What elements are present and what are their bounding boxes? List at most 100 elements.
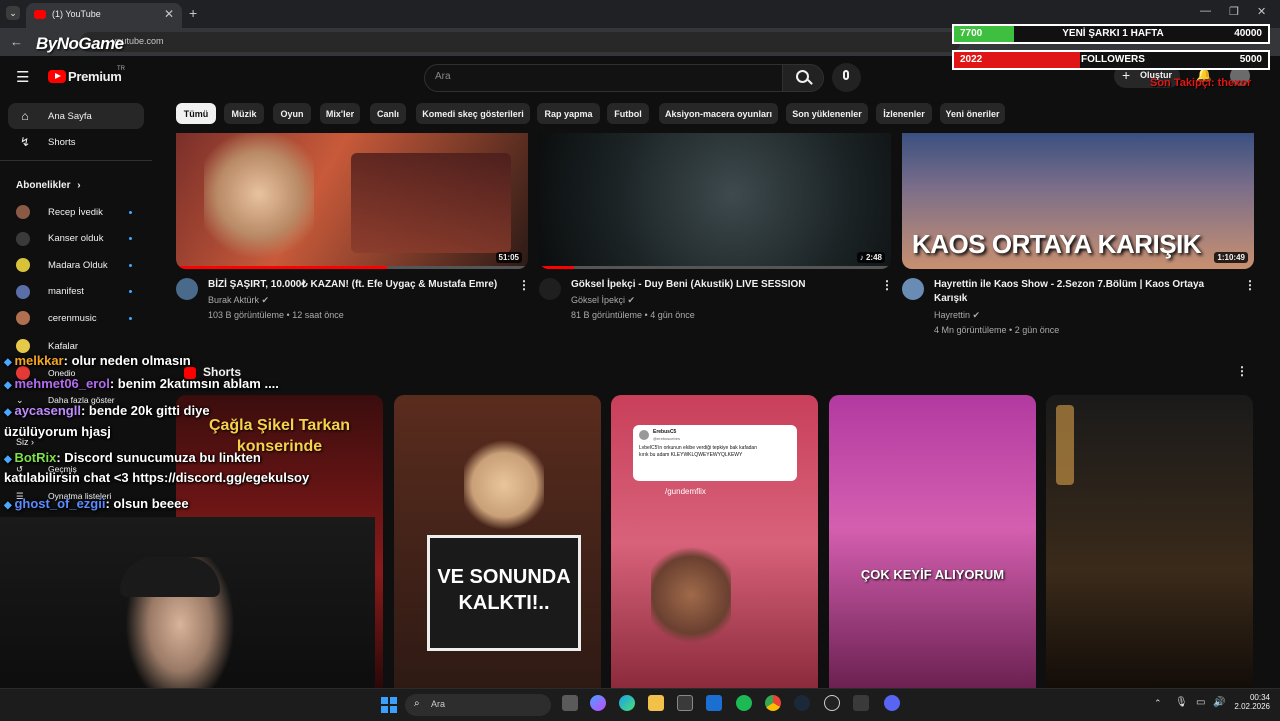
bynogame-logo: ByNoGame (36, 34, 124, 53)
video-title[interactable]: BİZİ ŞAŞIRT, 10.000₺ KAZAN! (ft. Efe Uyg… (208, 278, 508, 292)
chat-text: katılabilirsin chat <3 https://discord.g… (4, 470, 310, 485)
video-thumbnail[interactable]: ♪ 2:48 (539, 133, 891, 269)
filter-chip[interactable]: Aksiyon-macera oyunları (659, 103, 778, 124)
sidebar-item-subscription[interactable]: Madara Olduk (16, 253, 144, 277)
filter-chip[interactable]: Yeni öneriler (940, 103, 1005, 124)
youtube-brand: Premium (68, 69, 122, 84)
microphone-icon[interactable]: 🎙 (1175, 697, 1188, 708)
verified-icon: ✔ (261, 295, 270, 305)
filter-chip[interactable]: Futbol (607, 103, 649, 124)
filter-chip[interactable]: Komedi skeç gösterileri (416, 103, 530, 124)
channel-name[interactable]: Göksel İpekçi ✔ (571, 295, 635, 306)
channel-avatar[interactable] (902, 278, 924, 300)
duration-badge: 51:05 (495, 252, 522, 263)
person-image (464, 435, 544, 535)
url-field[interactable]: youtube.com (80, 32, 960, 52)
channel-name[interactable]: Burak Aktürk ✔ (208, 295, 269, 306)
tab-title: (1) YouTube (52, 9, 101, 19)
filter-chip[interactable]: Rap yapma (537, 103, 600, 124)
search-button[interactable] (782, 64, 824, 92)
back-icon[interactable]: ← (10, 34, 23, 49)
video-title[interactable]: Hayrettin ile Kaos Show - 2.Sezon 7.Bölü… (934, 278, 1234, 306)
volume-icon[interactable]: 🔊 (1213, 697, 1225, 708)
more-actions-icon[interactable]: ⋮ (1236, 364, 1248, 378)
more-actions-icon[interactable]: ⋮ (518, 278, 530, 292)
video-meta: 4 Mn görüntüleme • 2 gün önce (934, 325, 1060, 335)
sidebar-item-shorts[interactable]: ↯ Shorts (8, 129, 144, 155)
sidebar-item-subscription[interactable]: manifest (16, 280, 144, 304)
more-actions-icon[interactable]: ⋮ (881, 278, 893, 292)
close-tab-icon[interactable]: ✕ (164, 7, 174, 21)
voice-search-button[interactable] (832, 63, 861, 92)
sidebar-item-subscription[interactable]: Recep İvedik (16, 200, 144, 224)
channel-name[interactable]: Hayrettin ✔ (934, 310, 980, 321)
more-actions-icon[interactable]: ⋮ (1244, 278, 1256, 292)
video-thumbnail[interactable]: KAOS ORTAYA KARIŞIK 1:10:49 (902, 133, 1254, 269)
edge-icon[interactable] (619, 695, 635, 711)
goal-target: 5000 (1239, 54, 1262, 65)
goal-label: FOLLOWERS (1081, 54, 1145, 65)
menu-icon[interactable]: ☰ (16, 68, 29, 86)
sidebar-item-home[interactable]: ⌂ Ana Sayfa (8, 103, 144, 129)
browser-tab-youtube[interactable]: (1) YouTube ✕ (26, 3, 182, 28)
settings-icon[interactable] (853, 695, 869, 711)
filter-chip[interactable]: İzlenenler (876, 103, 932, 124)
spotify-icon[interactable] (736, 695, 752, 711)
chat-message: ◆ mehmet06_erol: benim 2katımsın ablam .… (4, 376, 279, 391)
filter-chip[interactable]: Müzik (224, 103, 264, 124)
video-title[interactable]: Göksel İpekçi - Duy Beni (Akustik) LIVE … (571, 278, 871, 292)
new-content-dot (129, 316, 132, 320)
network-icon[interactable]: ▭ (1196, 697, 1205, 708)
duration-badge: 1:10:49 (1214, 252, 1248, 263)
filter-chip[interactable]: Oyun (273, 103, 311, 124)
sidebar-item-subscription[interactable]: Kanser olduk (16, 227, 144, 251)
last-follower-label: Son Takipçi: thexor (1150, 77, 1252, 89)
discord-icon[interactable] (884, 695, 900, 711)
minimize-icon[interactable]: — (1200, 5, 1211, 17)
filter-chip[interactable]: Mix'ler (320, 103, 360, 124)
sidebar-item-label: manifest (48, 286, 84, 298)
task-view-icon[interactable] (562, 695, 578, 711)
clock[interactable]: 00:34 2.02.2026 (1234, 693, 1270, 711)
short-card[interactable] (1046, 395, 1253, 690)
filter-chip[interactable]: Son yüklenenler (786, 103, 868, 124)
channel-avatar (16, 284, 30, 299)
filter-chip[interactable]: Canlı (370, 103, 406, 124)
short-card[interactable]: ErebusC5 @erebuscebes LvbelC5'in orkunun… (611, 395, 818, 690)
sidebar-item-subscription[interactable]: cerenmusic (16, 306, 144, 330)
short-card[interactable]: VE SONUNDA KALKTI!.. (394, 395, 601, 690)
sign-image: VE SONUNDA KALKTI!.. (427, 535, 581, 651)
windows-start-icon[interactable] (381, 697, 397, 713)
restore-icon[interactable]: ❐ (1229, 5, 1239, 18)
video-thumbnail[interactable]: 51:05 (176, 133, 528, 269)
channel-avatar[interactable] (539, 278, 561, 300)
steam-icon[interactable] (794, 695, 810, 711)
goal-label: YENİ ŞARKI 1 HAFTA (1062, 28, 1164, 39)
channel-avatar[interactable] (176, 278, 198, 300)
close-window-icon[interactable]: ✕ (1257, 5, 1266, 18)
mail-icon[interactable] (706, 695, 722, 711)
watch-progress (176, 266, 528, 269)
brand-country: TR (117, 66, 125, 72)
taskbar-search[interactable]: ⌕ Ara (405, 694, 551, 716)
filter-chip[interactable]: Tümü (176, 103, 216, 124)
search-icon-handle (807, 79, 813, 85)
short-caption: VE SONUNDA KALKTI!.. (437, 566, 571, 614)
subscriptions-heading[interactable]: Abonelikler › (16, 180, 81, 191)
goal-row-followers: 2022 FOLLOWERS 5000 (952, 50, 1270, 70)
tab-search-button[interactable]: ⌄ (6, 6, 20, 20)
copilot-icon[interactable] (590, 695, 606, 711)
search-input[interactable]: Ara (424, 64, 784, 92)
new-tab-icon[interactable]: + (189, 5, 197, 21)
file-explorer-icon[interactable] (648, 695, 664, 711)
tray-chevron-icon[interactable]: ⌃ (1154, 698, 1162, 709)
obs-icon[interactable] (824, 695, 840, 711)
chrome-icon[interactable] (765, 695, 781, 711)
chat-text: : Discord sunucumuza bu linkten (56, 450, 261, 465)
youtube-logo-icon[interactable] (48, 70, 66, 83)
short-card[interactable]: ÇOK KEYİF ALIYORUM (829, 395, 1036, 690)
store-icon[interactable] (677, 695, 693, 711)
chat-username: melkkar (14, 353, 64, 368)
taskbar: ⌕ Ara 00:34 2.02.2026 ⌃ 🎙 ▭ 🔊 (0, 688, 1280, 721)
channel-avatar (16, 205, 30, 219)
